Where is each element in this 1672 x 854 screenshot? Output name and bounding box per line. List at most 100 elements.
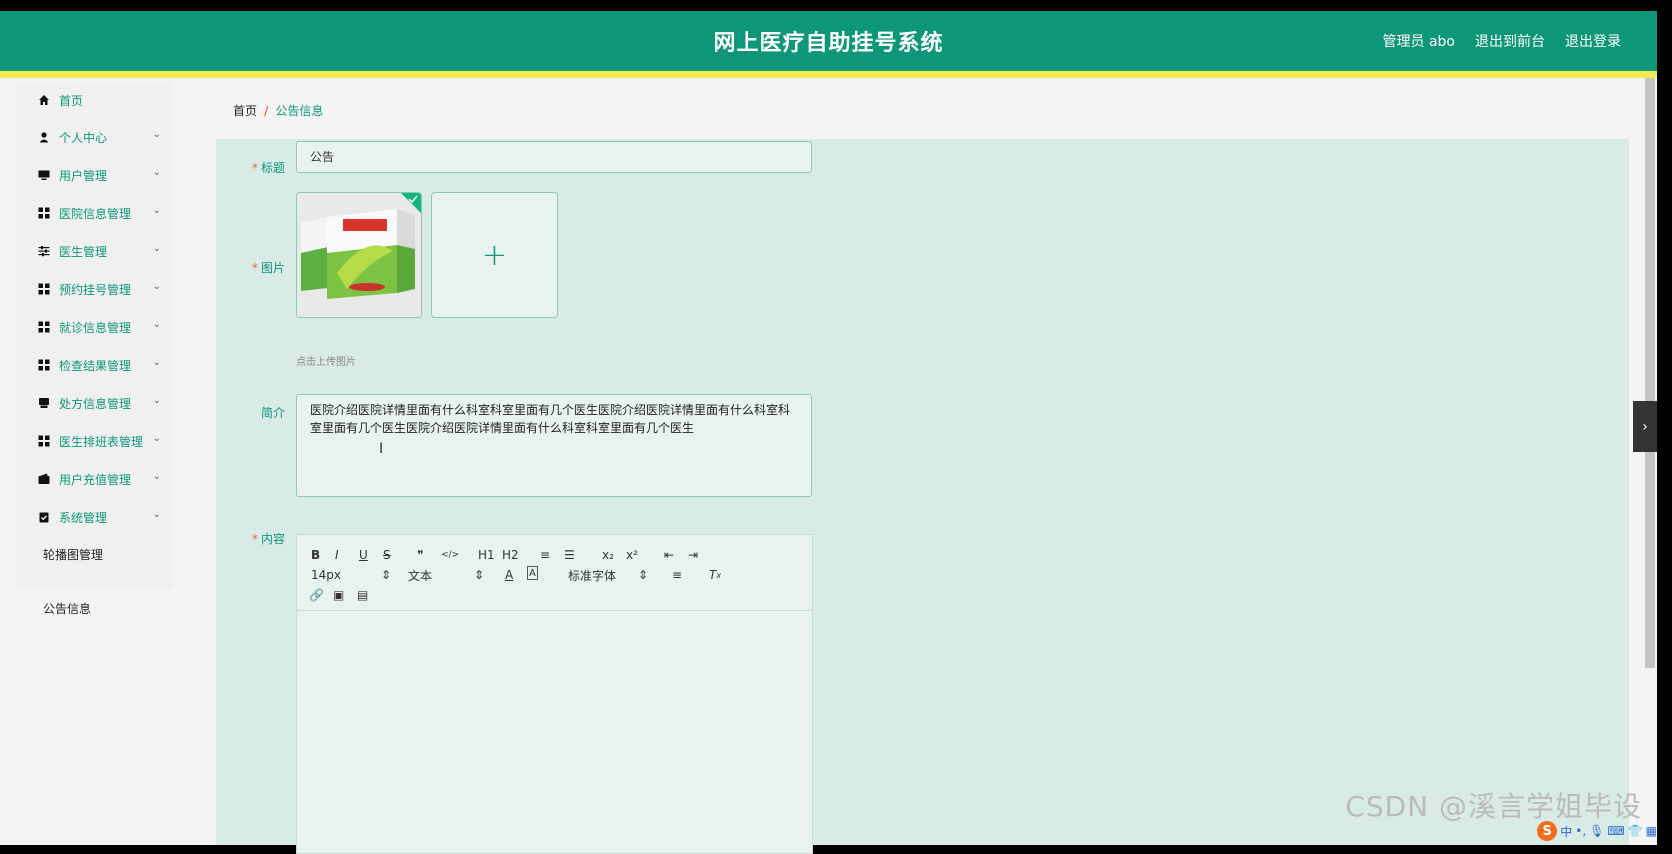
- title-input[interactable]: 公告: [296, 141, 812, 173]
- chevron-down-icon: ⌄: [152, 509, 161, 520]
- indent-icon[interactable]: ⇥: [688, 546, 698, 564]
- sidebar-item-label: 个人中心: [59, 130, 108, 145]
- font-size-value: 14px: [311, 568, 341, 582]
- sidebar-item-results[interactable]: 检查结果管理 ⌄: [17, 346, 173, 384]
- underline-icon[interactable]: U: [359, 546, 368, 564]
- printer-icon: [38, 397, 50, 409]
- watermark: CSDN @溪言学姐毕设: [1345, 790, 1642, 823]
- sidebar-item-appointments[interactable]: 预约挂号管理 ⌄: [17, 270, 173, 308]
- sidebar-item-hospital[interactable]: 医院信息管理 ⌄: [17, 194, 173, 232]
- blockquote-icon[interactable]: ❞: [417, 546, 423, 564]
- back-to-front-link[interactable]: 退出到前台: [1475, 31, 1545, 51]
- chevron-down-icon: ⌄: [152, 471, 161, 482]
- chevron-down-icon: ⌄: [152, 243, 161, 254]
- grid-icon: [38, 207, 50, 219]
- current-user: 管理员 abo: [1382, 34, 1455, 50]
- sidebar-item-users[interactable]: 用户管理 ⌄: [17, 156, 173, 194]
- chevron-down-icon: ⌄: [152, 281, 161, 292]
- font-family-select[interactable]: 标准字体 ⇕: [568, 566, 648, 584]
- plus-icon: +: [481, 237, 508, 273]
- sidebar: 首页 个人中心 ⌄ 用户管理 ⌄ 医院信息管理 ⌄ 医生管理 ⌄ 预约挂号管理 …: [17, 82, 173, 588]
- heading2-icon[interactable]: H2: [502, 546, 519, 564]
- rich-text-editor[interactable]: B I U S ❞ </> H1 H2 ≡ ☰ x₂ x² ⇤ ⇥ 14px ⇕ …: [296, 534, 813, 854]
- microphone-icon: 🎙: [1589, 824, 1605, 838]
- select-arrows-icon: ⇕: [380, 568, 391, 582]
- background-color-icon[interactable]: A: [527, 566, 538, 580]
- breadcrumb-home[interactable]: 首页: [233, 104, 257, 118]
- top-bar: 网上医疗自助挂号系统 管理员 abo 退出到前台 退出登录: [0, 11, 1657, 71]
- chevron-down-icon: ⌄: [152, 395, 161, 406]
- sidebar-item-label: 用户管理: [59, 168, 108, 183]
- sidebar-item-schedule[interactable]: 医生排班表管理 ⌄: [17, 422, 173, 460]
- sidebar-item-label: 医院信息管理: [59, 206, 132, 221]
- bold-icon[interactable]: B: [311, 546, 320, 564]
- header-actions: 管理员 abo 退出到前台 退出登录: [1383, 31, 1621, 51]
- video-icon[interactable]: ▤: [357, 586, 368, 604]
- sidebar-item-system[interactable]: 系统管理 ⌄: [17, 498, 173, 536]
- sogou-ime-icon: S: [1537, 821, 1558, 841]
- heading1-icon[interactable]: H1: [478, 546, 495, 564]
- accent-bar: [0, 71, 1657, 78]
- ime-punct-icon: •,: [1575, 824, 1587, 838]
- outdent-icon[interactable]: ⇤: [664, 546, 674, 564]
- monitor-icon: [38, 169, 50, 181]
- sidebar-item-label: 首页: [59, 93, 84, 108]
- title-label: * 标题: [251, 161, 285, 175]
- sidebar-item-prescriptions[interactable]: 处方信息管理 ⌄: [17, 384, 173, 422]
- keyboard-icon: ⌨: [1607, 824, 1625, 838]
- align-icon[interactable]: ≡: [672, 566, 682, 584]
- sidebar-subitem-label: 公告信息: [43, 601, 92, 616]
- editor-toolbar: B I U S ❞ </> H1 H2 ≡ ☰ x₂ x² ⇤ ⇥ 14px ⇕ …: [297, 535, 812, 611]
- sliders-icon: [38, 245, 50, 257]
- content-label: * 内容: [251, 532, 285, 546]
- text-cursor-icon: I: [379, 441, 384, 457]
- image-icon[interactable]: ▣: [333, 586, 344, 604]
- grid-icon: [38, 359, 50, 371]
- logout-link[interactable]: 退出登录: [1565, 31, 1621, 51]
- ime-chinese-icon: 中: [1560, 824, 1573, 839]
- chevron-down-icon: ⌄: [152, 433, 161, 444]
- chevron-down-icon: ⌄: [152, 357, 161, 368]
- sidebar-item-label: 医生管理: [59, 244, 108, 259]
- italic-icon[interactable]: I: [335, 546, 339, 564]
- font-color-icon[interactable]: A: [505, 566, 513, 584]
- subscript-icon[interactable]: x₂: [602, 546, 614, 564]
- user-icon: [38, 131, 50, 143]
- select-arrows-icon: ⇕: [473, 568, 484, 582]
- image-label: * 图片: [251, 261, 285, 275]
- editor-content-area[interactable]: [297, 611, 812, 851]
- skin-icon: 👕: [1627, 824, 1643, 838]
- intro-textarea[interactable]: 医院介绍医院详情里面有什么科室科室里面有几个医生医院介绍医院详情里面有什么科室科…: [296, 394, 812, 497]
- link-icon[interactable]: 🔗: [309, 586, 324, 604]
- page-scrollbar[interactable]: [1645, 78, 1655, 668]
- superscript-icon[interactable]: x²: [626, 546, 638, 564]
- font-size-select[interactable]: 14px ⇕: [311, 566, 391, 584]
- sidebar-item-doctors[interactable]: 医生管理 ⌄: [17, 232, 173, 270]
- uploaded-image-thumbnail[interactable]: [296, 192, 422, 318]
- clear-format-icon[interactable]: Tx: [709, 566, 721, 584]
- sidebar-item-label: 就诊信息管理: [59, 320, 132, 335]
- upload-image-button[interactable]: +: [431, 192, 558, 318]
- sidebar-item-label: 医生排班表管理: [59, 434, 144, 449]
- sidebar-item-profile[interactable]: 个人中心 ⌄: [17, 118, 173, 156]
- sidebar-item-label: 检查结果管理: [59, 358, 132, 373]
- chevron-down-icon: ⌄: [152, 205, 161, 216]
- sidebar-item-recharge[interactable]: 用户充值管理 ⌄: [17, 460, 173, 498]
- bullet-list-icon[interactable]: ☰: [564, 546, 575, 564]
- ordered-list-icon[interactable]: ≡: [540, 546, 550, 564]
- text-format-select[interactable]: 文本 ⇕: [408, 566, 484, 584]
- sidebar-item-visits[interactable]: 就诊信息管理 ⌄: [17, 308, 173, 346]
- intro-label: 简介: [260, 406, 285, 420]
- upload-hint: 点击上传图片: [296, 357, 356, 368]
- grid-icon: [38, 435, 50, 447]
- sidebar-item-label: 预约挂号管理: [59, 282, 132, 297]
- sidebar-item-label: 处方信息管理: [59, 396, 132, 411]
- side-panel-toggle-icon[interactable]: ›: [1633, 401, 1657, 452]
- strikethrough-icon[interactable]: S: [383, 546, 391, 564]
- sidebar-subitem-carousel[interactable]: 轮播图管理: [17, 536, 173, 572]
- clipboard-icon: [38, 511, 50, 523]
- sidebar-subitem-label: 轮播图管理: [43, 547, 104, 562]
- code-icon[interactable]: </>: [441, 546, 459, 564]
- sidebar-subitem-notices[interactable]: 公告信息: [17, 588, 173, 628]
- sidebar-item-home[interactable]: 首页: [17, 82, 173, 118]
